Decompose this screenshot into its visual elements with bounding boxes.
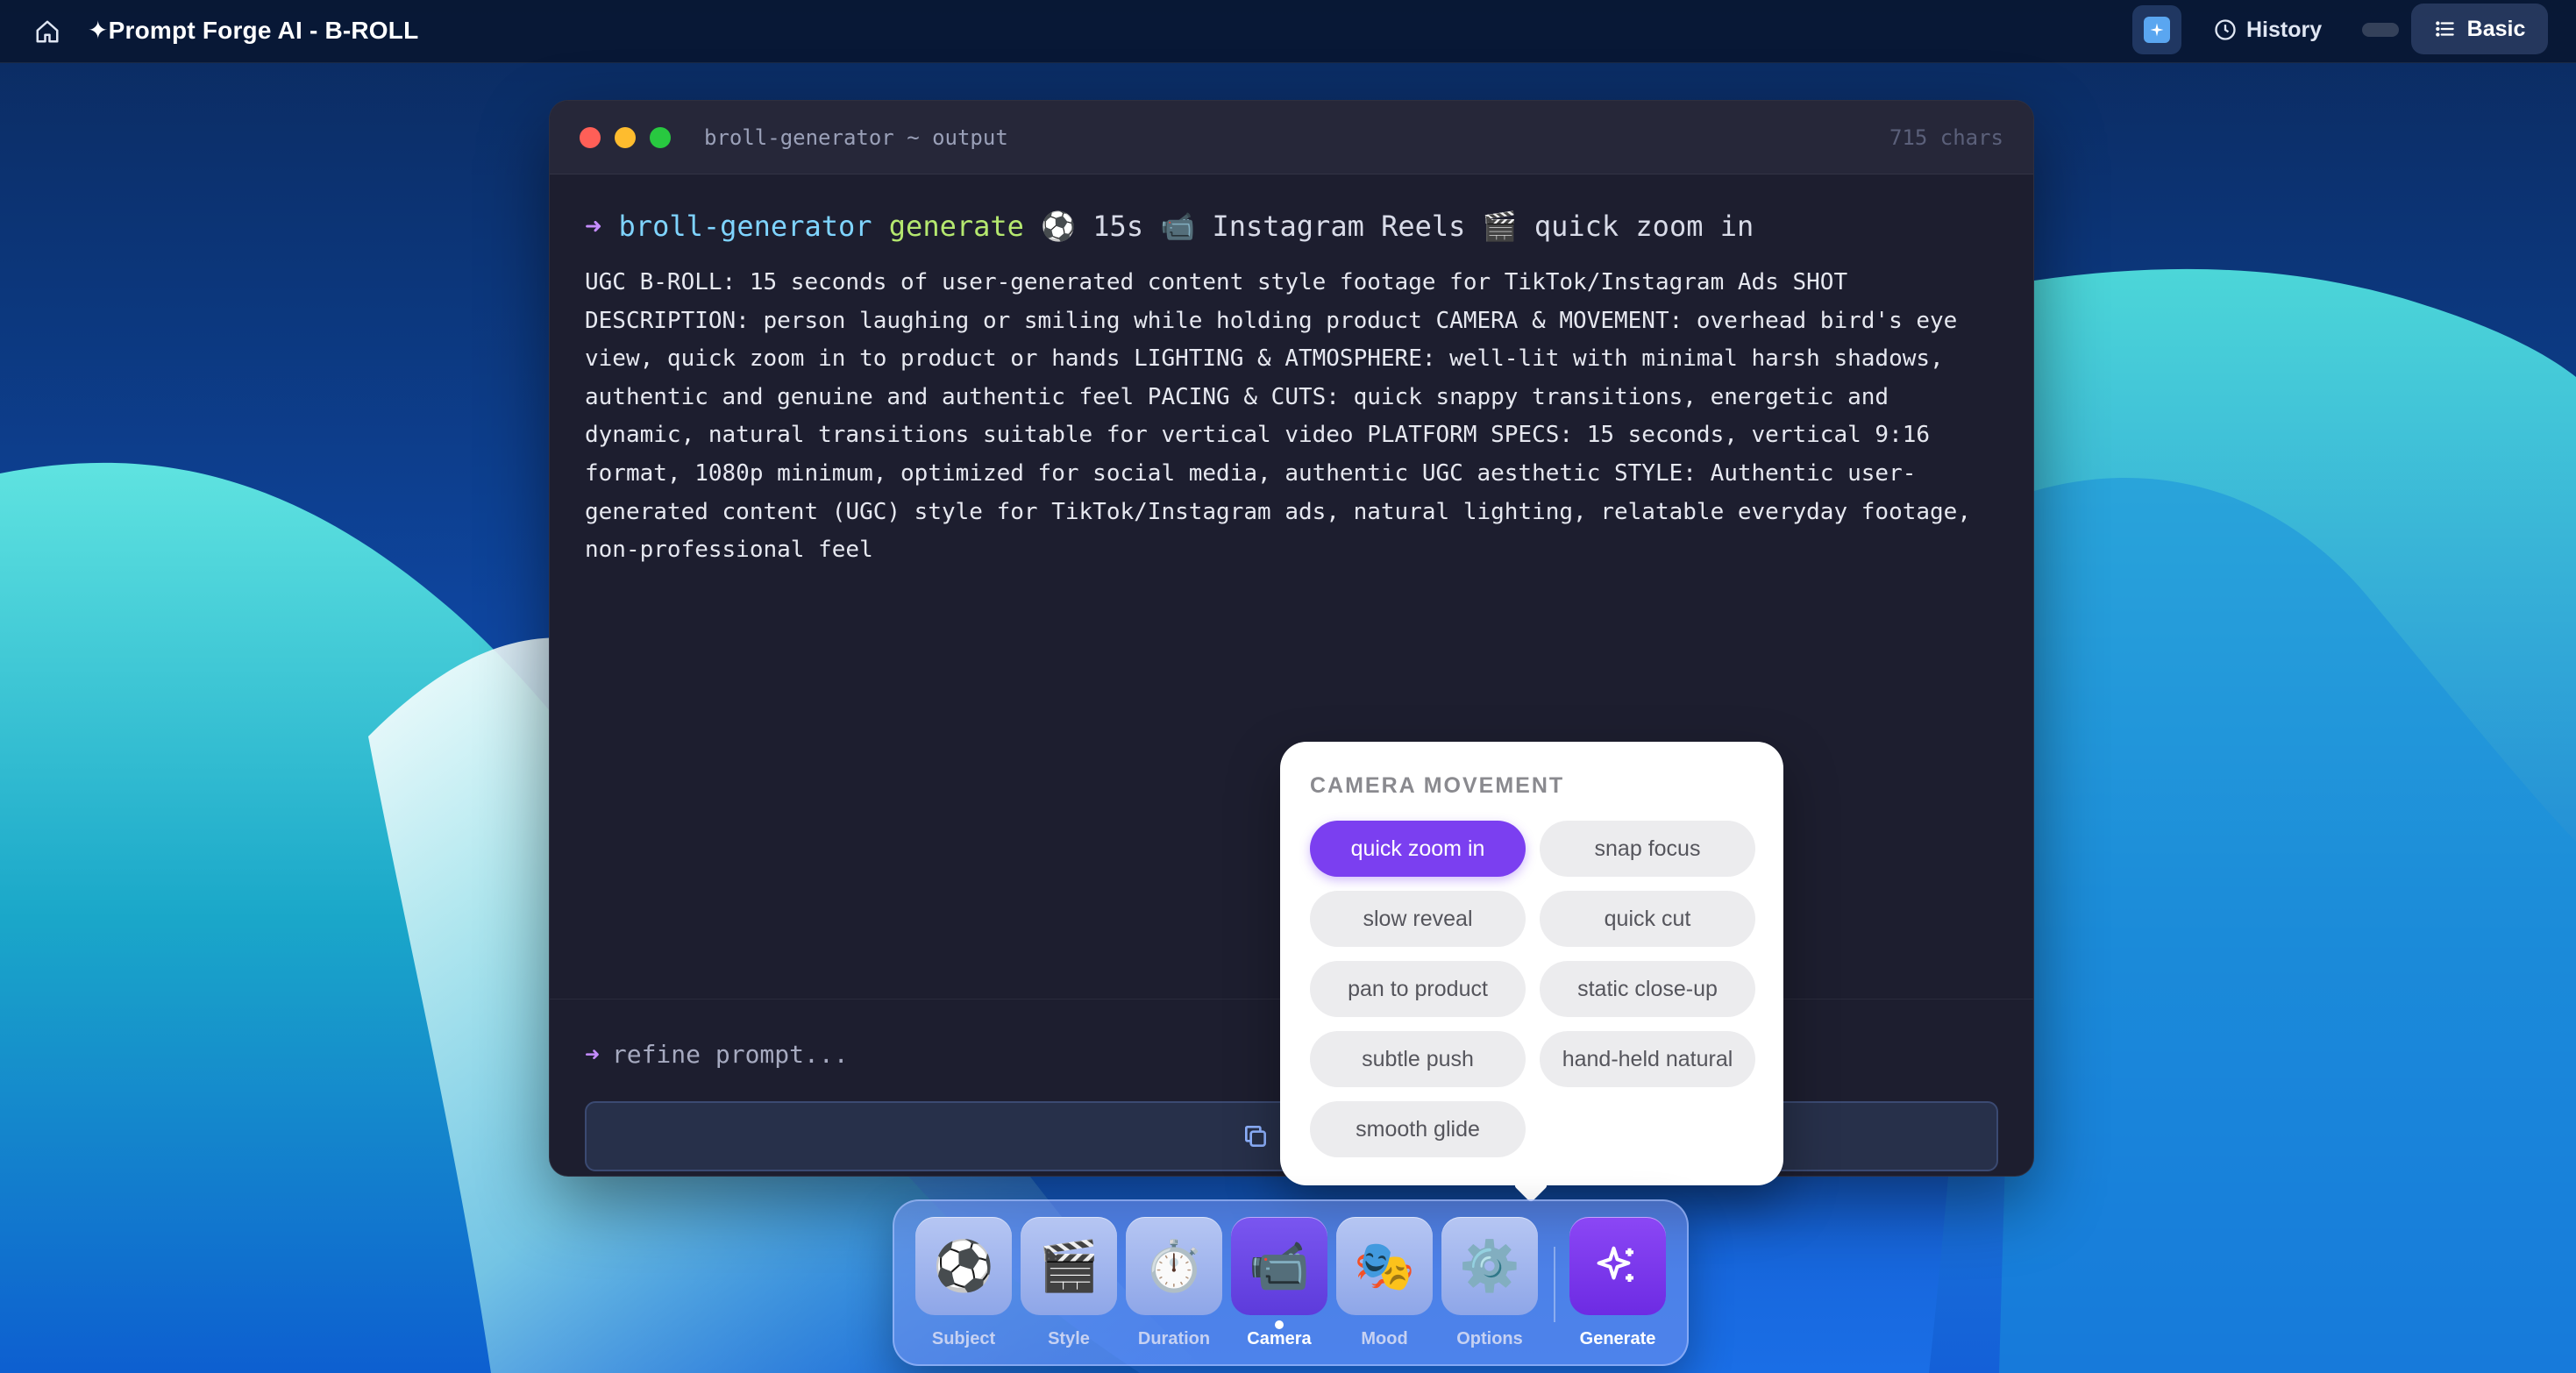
list-icon — [2435, 21, 2454, 37]
generate-button[interactable]: Generate — [1569, 1217, 1666, 1349]
dock-item-options[interactable]: ⚙️ Options — [1441, 1217, 1538, 1349]
camera-option-slow-reveal[interactable]: slow reveal — [1310, 891, 1526, 947]
dock-label-generate: Generate — [1579, 1329, 1656, 1348]
command-program: broll-generator — [618, 210, 872, 243]
dock-label-mood: Mood — [1361, 1329, 1408, 1348]
dock-label-subject: Subject — [931, 1329, 996, 1348]
command-verb: generate — [888, 210, 1024, 243]
app-title: ✦Prompt Forge AI - B-ROLL — [88, 17, 419, 44]
camera-option-quick-cut[interactable]: quick cut — [1540, 891, 1755, 947]
basic-mode-button[interactable]: Basic — [2411, 4, 2548, 54]
dock-divider — [1554, 1247, 1555, 1322]
char-count: 715 chars — [1889, 125, 2003, 150]
theater-masks-icon: 🎭 — [1336, 1217, 1433, 1315]
clapperboard-icon: 🎬 — [1021, 1217, 1117, 1315]
terminal-titlebar: broll-generator ~ output 715 chars — [550, 101, 2033, 174]
mode-toggle[interactable] — [2362, 23, 2399, 37]
dock-label-options: Options — [1456, 1329, 1523, 1348]
dock-item-mood[interactable]: 🎭 Mood — [1336, 1217, 1433, 1349]
dock-item-subject[interactable]: ⚽ Subject — [915, 1217, 1012, 1349]
camera-option-hand-held-natural[interactable]: hand-held natural — [1540, 1031, 1755, 1087]
camera-option-quick-zoom-in[interactable]: quick zoom in — [1310, 821, 1526, 877]
video-camera-icon: 📹 — [1231, 1217, 1327, 1315]
camera-option-smooth-glide[interactable]: smooth glide — [1310, 1101, 1526, 1157]
dock-label-style: Style — [1048, 1329, 1090, 1348]
home-button[interactable] — [30, 14, 65, 49]
camera-option-static-close-up[interactable]: static close-up — [1540, 961, 1755, 1017]
generated-prompt-output: UGC B-ROLL: 15 seconds of user-generated… — [585, 269, 1971, 564]
close-window-button[interactable] — [580, 127, 601, 148]
minimize-window-button[interactable] — [615, 127, 636, 148]
chat-assistant-button[interactable] — [2132, 5, 2181, 54]
history-button[interactable]: History — [2213, 12, 2322, 47]
home-icon — [36, 20, 59, 43]
basic-label: Basic — [2466, 16, 2526, 41]
camera-option-snap-focus[interactable]: snap focus — [1540, 821, 1755, 877]
soccer-ball-icon: ⚽ — [915, 1217, 1012, 1315]
command-args: ⚽ 15s 📹 Instagram Reels 🎬 quick zoom in — [1041, 210, 1754, 243]
camera-movement-popover: CAMERA MOVEMENT quick zoom in snap focus… — [1280, 742, 1783, 1185]
command-line: ➜ broll-generator generate ⚽ 15s 📹 Insta… — [585, 210, 1754, 243]
chat-icon — [2144, 17, 2170, 43]
refine-placeholder: refine prompt... — [611, 1039, 849, 1069]
gear-icon: ⚙️ — [1441, 1217, 1538, 1315]
camera-option-subtle-push[interactable]: subtle push — [1310, 1031, 1526, 1087]
dock-label-camera: Camera — [1247, 1329, 1312, 1348]
refine-arrow: ➜ — [585, 1039, 600, 1069]
dock-item-camera[interactable]: 📹 Camera — [1231, 1217, 1327, 1349]
maximize-window-button[interactable] — [650, 127, 671, 148]
camera-option-pan-to-product[interactable]: pan to product — [1310, 961, 1526, 1017]
top-bar: ✦Prompt Forge AI - B-ROLL History Basic — [0, 0, 2576, 63]
stopwatch-icon: ⏱️ — [1126, 1217, 1222, 1315]
clock-icon — [2215, 19, 2236, 40]
history-label: History — [2246, 17, 2323, 42]
dock-item-duration[interactable]: ⏱️ Duration — [1126, 1217, 1222, 1349]
dock-label-duration: Duration — [1137, 1329, 1211, 1348]
bottom-dock: ⚽ Subject 🎬 Style ⏱️ Duration 📹 Camera 🎭… — [893, 1199, 1689, 1366]
dock-item-style[interactable]: 🎬 Style — [1021, 1217, 1117, 1349]
terminal-title: broll-generator ~ output — [704, 125, 1008, 150]
popover-title: CAMERA MOVEMENT — [1310, 773, 1565, 798]
sparkle-icon — [1569, 1217, 1666, 1315]
prompt-arrow: ➜ — [585, 210, 602, 243]
copy-icon — [1245, 1126, 1267, 1147]
active-indicator-dot — [1275, 1320, 1284, 1329]
